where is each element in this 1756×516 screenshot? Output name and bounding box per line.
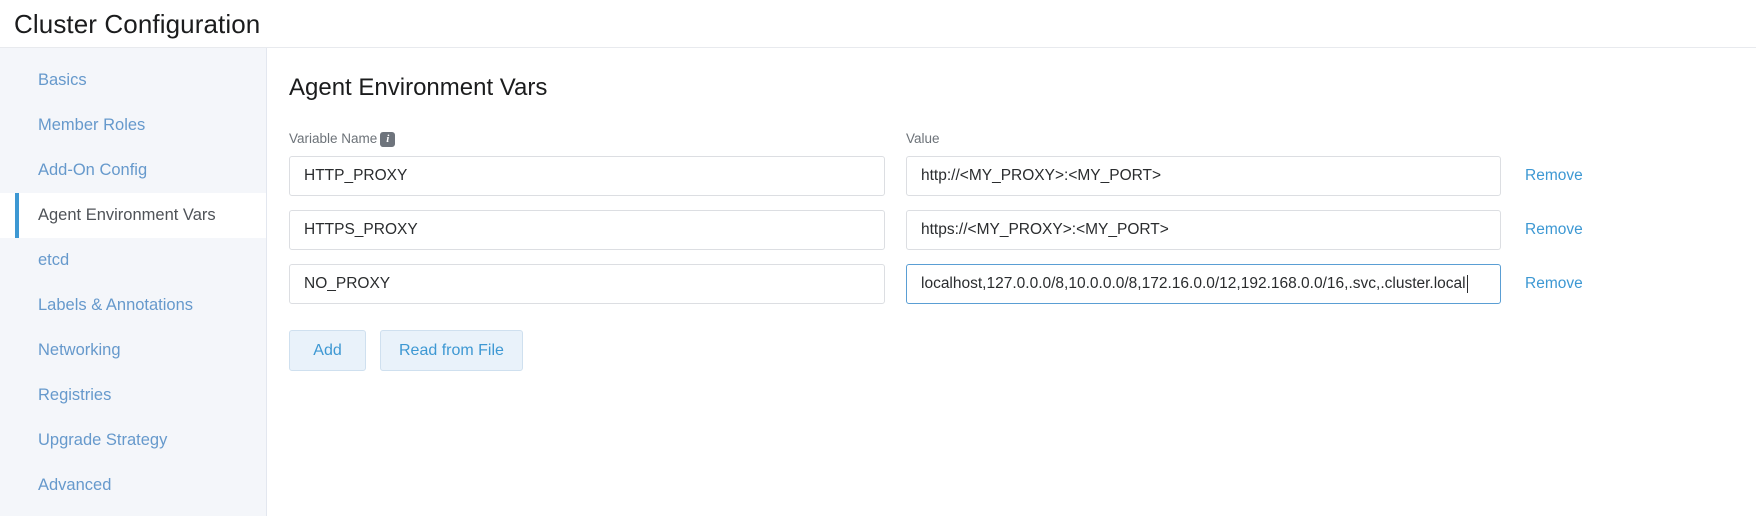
variable-name-input[interactable]: HTTPS_PROXY xyxy=(289,210,885,250)
variable-name-column-header: Variable Name i xyxy=(289,131,906,147)
variable-value-text: http://<MY_PROXY>:<MY_PORT> xyxy=(921,167,1162,184)
sidebar-item-label: Agent Environment Vars xyxy=(38,206,216,224)
variable-name-value: NO_PROXY xyxy=(304,275,391,292)
sidebar-item-registries[interactable]: Registries xyxy=(0,373,266,418)
variable-value-input[interactable]: http://<MY_PROXY>:<MY_PORT> xyxy=(906,156,1501,196)
read-from-file-button[interactable]: Read from File xyxy=(380,330,523,371)
add-button[interactable]: Add xyxy=(289,330,366,371)
env-var-rows: HTTP_PROXY http://<MY_PROXY>:<MY_PORT> Rem… xyxy=(289,156,1756,304)
sidebar-nav: Basics Member Roles Add-On Config Agent Env… xyxy=(0,48,267,516)
variable-value-text: https://<MY_PROXY>:<MY_PORT> xyxy=(921,221,1169,238)
sidebar-item-add-on-config[interactable]: Add-On Config xyxy=(0,148,266,193)
variable-name-value: HTTPS_PROXY xyxy=(304,221,418,238)
variable-name-input[interactable]: HTTP_PROXY xyxy=(289,156,885,196)
remove-link[interactable]: Remove xyxy=(1525,275,1583,293)
value-column-header: Value xyxy=(906,132,1501,146)
sidebar-item-label: Upgrade Strategy xyxy=(38,431,168,449)
env-var-row: HTTP_PROXY http://<MY_PROXY>:<MY_PORT> Rem… xyxy=(289,156,1756,196)
sidebar-item-label: Add-On Config xyxy=(38,161,148,179)
sidebar-item-label: Networking xyxy=(38,341,121,359)
env-var-row: NO_PROXY localhost,127.0.0.0/8,10.0.0.0/8… xyxy=(289,264,1756,304)
sidebar-item-networking[interactable]: Networking xyxy=(0,328,266,373)
variable-name-label: Variable Name xyxy=(289,131,378,147)
value-label: Value xyxy=(906,131,940,147)
page-header: Cluster Configuration xyxy=(0,0,1756,48)
section-title: Agent Environment Vars xyxy=(289,74,548,101)
variable-name-input[interactable]: NO_PROXY xyxy=(289,264,885,304)
variable-value-input[interactable]: localhost,127.0.0.0/8,10.0.0.0/8,172.16.… xyxy=(906,264,1501,304)
sidebar-item-label: Member Roles xyxy=(38,116,146,134)
info-icon[interactable]: i xyxy=(380,131,396,147)
text-cursor xyxy=(1466,275,1468,293)
sidebar-item-member-roles[interactable]: Member Roles xyxy=(0,103,266,148)
sidebar-item-basics[interactable]: Basics xyxy=(0,58,266,103)
variable-value-input[interactable]: https://<MY_PROXY>:<MY_PORT> xyxy=(906,210,1501,250)
sidebar-item-advanced[interactable]: Advanced xyxy=(0,463,266,508)
variable-name-value: HTTP_PROXY xyxy=(304,167,408,184)
action-button-row: Add Read from File xyxy=(289,330,1756,371)
sidebar-item-labels-annotations[interactable]: Labels & Annotations xyxy=(0,283,266,328)
remove-link[interactable]: Remove xyxy=(1525,221,1583,239)
sidebar-item-etcd[interactable]: etcd xyxy=(0,238,266,283)
body-split: Basics Member Roles Add-On Config Agent Env… xyxy=(0,48,1756,516)
sidebar-item-label: Basics xyxy=(38,71,87,89)
page-title: Cluster Configuration xyxy=(14,8,261,39)
main-content: Agent Environment Vars Variable Name i V… xyxy=(267,48,1756,516)
cluster-configuration-page: Cluster Configuration Basics Member Roles… xyxy=(0,0,1756,516)
sidebar-item-label: Registries xyxy=(38,386,112,404)
sidebar-item-upgrade-strategy[interactable]: Upgrade Strategy xyxy=(0,418,266,463)
env-var-row: HTTPS_PROXY https://<MY_PROXY>:<MY_PORT> R… xyxy=(289,210,1756,250)
sidebar-item-label: etcd xyxy=(38,251,70,269)
sidebar-item-label: Labels & Annotations xyxy=(38,296,194,314)
sidebar-item-agent-environment-vars[interactable]: Agent Environment Vars xyxy=(0,193,266,238)
column-headers: Variable Name i Value xyxy=(289,130,1756,148)
remove-link[interactable]: Remove xyxy=(1525,167,1583,185)
variable-value-text: localhost,127.0.0.0/8,10.0.0.0/8,172.16.… xyxy=(921,275,1466,292)
sidebar-item-label: Advanced xyxy=(38,476,112,494)
